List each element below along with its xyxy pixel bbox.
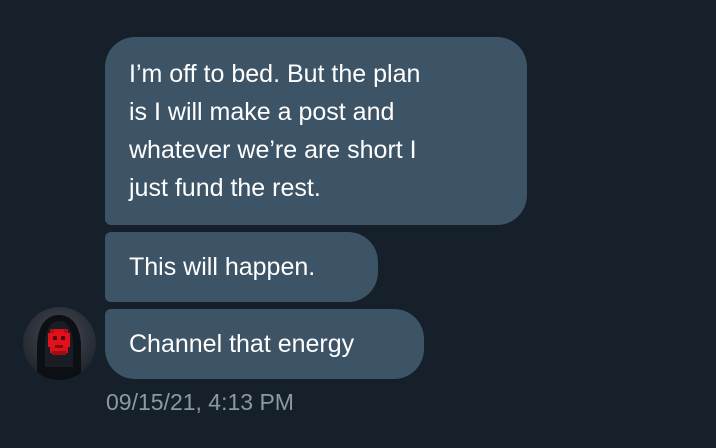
- message-bubble-channel-that-energy[interactable]: Channel that energy: [105, 309, 424, 379]
- sender-avatar[interactable]: [23, 307, 96, 380]
- hooded-figure-red-face-avatar-icon: [37, 315, 81, 380]
- message-timestamp: 09/15/21, 4:13 PM: [106, 389, 294, 415]
- message-bubble-bed-plan[interactable]: I’m off to bed. But the plan is I will m…: [105, 37, 527, 225]
- message-bubble-this-will-happen[interactable]: This will happen.: [105, 232, 378, 302]
- dm-conversation: I’m off to bed. But the plan is I will m…: [0, 0, 716, 448]
